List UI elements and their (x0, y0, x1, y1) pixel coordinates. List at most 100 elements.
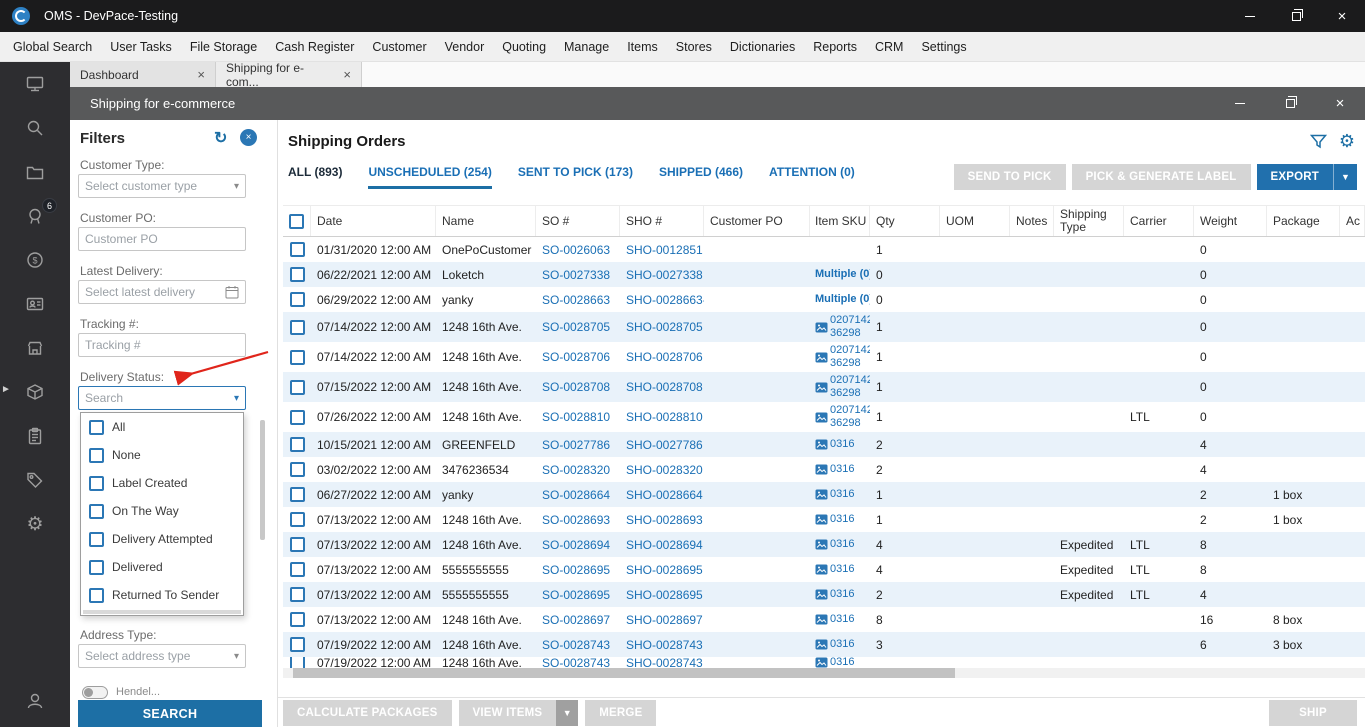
so-link[interactable]: SO-0028320 (542, 463, 610, 477)
row-checkbox[interactable] (289, 487, 305, 502)
column-header[interactable]: Notes (1010, 206, 1054, 236)
so-link[interactable]: SO-0028708 (542, 380, 610, 394)
table-row[interactable]: 07/26/2022 12:00 AM 1248 16th Ave. SO-00… (283, 402, 1365, 432)
customer-type-select[interactable]: Select customer type ▾ (78, 174, 246, 198)
inner-close-button[interactable]: × (1315, 87, 1365, 120)
select-all-checkbox[interactable] (289, 213, 304, 229)
table-row[interactable]: 07/13/2022 12:00 AM 1248 16th Ave. SO-00… (283, 607, 1365, 632)
filters-scrollbar[interactable] (260, 420, 265, 540)
column-header[interactable]: Ac (1340, 206, 1365, 236)
sho-link[interactable]: SHO-0028705 (626, 320, 703, 334)
tab-close-icon[interactable]: × (197, 67, 205, 82)
pick-generate-label-button[interactable]: PICK & GENERATE LABEL (1071, 164, 1251, 190)
menu-item-file-storage[interactable]: File Storage (181, 32, 266, 62)
status-tab[interactable]: ATTENTION (0) (769, 165, 855, 189)
column-header[interactable]: Shipping Type (1054, 206, 1124, 236)
so-link[interactable]: SO-0028663 (542, 293, 610, 307)
menu-item-stores[interactable]: Stores (667, 32, 721, 62)
dropdown-option[interactable]: None (81, 441, 243, 469)
column-header[interactable]: Weight (1194, 206, 1267, 236)
column-header[interactable]: Date (311, 206, 436, 236)
customer-po-input[interactable] (78, 227, 246, 251)
dashboard-icon[interactable] (0, 67, 70, 101)
sho-link[interactable]: SHO-0028697 (626, 613, 703, 627)
user-icon[interactable] (0, 684, 70, 718)
table-row[interactable]: 10/15/2021 12:00 AM GREENFELD SO-0027786… (283, 432, 1365, 457)
tab-close-icon[interactable]: × (343, 67, 351, 82)
tab-shipping-for-ecommerce[interactable]: Shipping for e-com... × (216, 61, 362, 89)
so-link[interactable]: SO-0026063 (542, 243, 610, 257)
menu-item-crm[interactable]: CRM (866, 32, 912, 62)
row-checkbox[interactable] (289, 242, 305, 257)
view-items-dropdown-caret[interactable]: ▼ (556, 699, 579, 726)
dropdown-option[interactable]: Label Created (81, 469, 243, 497)
sho-link[interactable]: SHO-0028810 (626, 410, 703, 424)
table-row[interactable]: 07/13/2022 12:00 AM 1248 16th Ave. SO-00… (283, 507, 1365, 532)
so-link[interactable]: SO-0028693 (542, 513, 610, 527)
tab-dashboard[interactable]: Dashboard × (70, 62, 216, 87)
menu-item-manage[interactable]: Manage (555, 32, 618, 62)
sku-link[interactable]: 0316 (830, 563, 854, 576)
table-row[interactable]: 03/02/2022 12:00 AM 3476236534 SO-002832… (283, 457, 1365, 482)
sho-link[interactable]: SHO-0028320 (626, 463, 703, 477)
delivery-status-combo[interactable]: ▾ (78, 386, 246, 410)
file-storage-icon[interactable] (0, 155, 70, 189)
chevron-down-icon[interactable]: ▾ (234, 393, 239, 404)
table-row[interactable]: 07/13/2022 12:00 AM 5555555555 SO-002869… (283, 557, 1365, 582)
column-header[interactable]: SO # (536, 206, 620, 236)
menu-item-items[interactable]: Items (618, 32, 667, 62)
option-checkbox[interactable] (89, 531, 104, 547)
export-button[interactable]: EXPORT (1256, 164, 1333, 190)
table-row[interactable]: 07/15/2022 12:00 AM 1248 16th Ave. SO-00… (283, 372, 1365, 402)
sho-link[interactable]: SHO-0028743 (626, 657, 703, 668)
row-checkbox[interactable] (289, 349, 305, 365)
row-checkbox[interactable] (289, 437, 305, 452)
row-checkbox[interactable] (289, 409, 305, 425)
option-checkbox[interactable] (89, 503, 104, 519)
merge-button[interactable]: MERGE (585, 699, 657, 726)
sho-link[interactable]: SHO-0028664 (626, 488, 703, 502)
so-link[interactable]: SO-0028695 (542, 588, 610, 602)
restore-button[interactable] (1273, 0, 1319, 32)
sho-link[interactable]: SHO-0028695 (626, 588, 703, 602)
inner-minimize-button[interactable] (1215, 87, 1265, 120)
sho-link[interactable]: SHO-0012851 (626, 243, 703, 257)
row-checkbox[interactable] (289, 292, 305, 307)
column-header[interactable]: Name (436, 206, 536, 236)
menu-item-global-search[interactable]: Global Search (4, 32, 101, 62)
tasks-icon[interactable] (0, 419, 70, 453)
calculate-packages-button[interactable]: CALCULATE PACKAGES (283, 699, 452, 726)
row-checkbox[interactable] (289, 612, 305, 627)
dropdown-option[interactable]: All (81, 413, 243, 441)
contacts-icon[interactable] (0, 287, 70, 321)
row-checkbox[interactable] (289, 267, 305, 282)
menu-item-vendor[interactable]: Vendor (436, 32, 494, 62)
so-link[interactable]: SO-0028743 (542, 638, 610, 652)
option-checkbox[interactable] (89, 447, 104, 463)
table-row[interactable]: 07/13/2022 12:00 AM 5555555555 SO-002869… (283, 582, 1365, 607)
menu-item-reports[interactable]: Reports (804, 32, 866, 62)
sho-link[interactable]: SHO-0028663-1 (626, 293, 704, 307)
status-tab[interactable]: ALL (893) (288, 165, 342, 189)
horizontal-scrollbar-thumb[interactable] (293, 668, 955, 678)
column-header[interactable]: Item SKU (810, 206, 870, 236)
option-checkbox[interactable] (89, 419, 104, 435)
so-link[interactable]: SO-0028743 (542, 657, 610, 668)
so-link[interactable]: SO-0028664 (542, 488, 610, 502)
column-header[interactable]: UOM (940, 206, 1010, 236)
search-button[interactable]: SEARCH (78, 700, 262, 727)
calendar-icon[interactable] (225, 285, 239, 299)
sku-link[interactable]: 0316 (830, 638, 854, 651)
sidebar-expander-icon[interactable]: ► (1, 384, 11, 395)
menu-item-dictionaries[interactable]: Dictionaries (721, 32, 804, 62)
minimize-button[interactable] (1227, 0, 1273, 32)
row-checkbox[interactable] (289, 462, 305, 477)
column-header[interactable]: Customer PO (704, 206, 810, 236)
so-link[interactable]: SO-0028697 (542, 613, 610, 627)
menu-item-settings[interactable]: Settings (912, 32, 975, 62)
dropdown-hscrollbar[interactable] (83, 610, 241, 614)
send-to-pick-button[interactable]: SEND TO PICK (953, 164, 1066, 190)
row-checkbox[interactable] (289, 537, 305, 552)
store-icon[interactable] (0, 331, 70, 365)
sho-link[interactable]: SHO-0028693 (626, 513, 703, 527)
